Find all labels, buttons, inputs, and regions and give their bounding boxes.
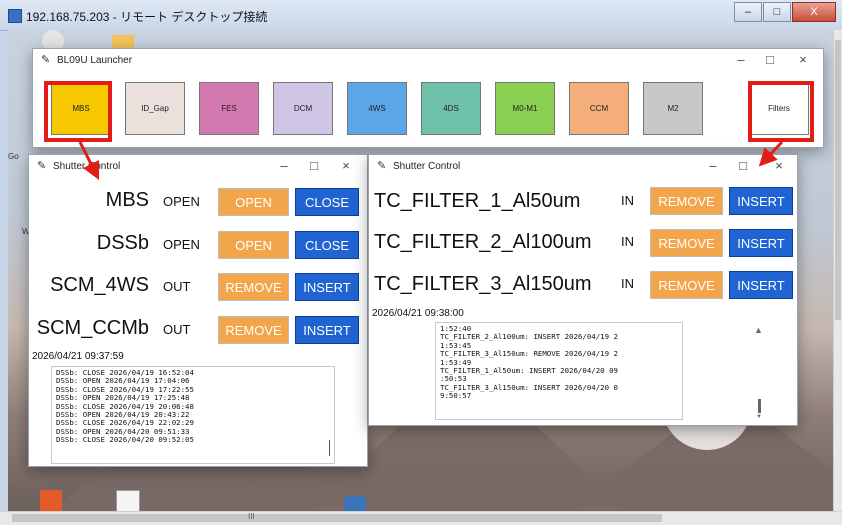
minimize-button[interactable]: – <box>731 52 751 67</box>
close-button[interactable]: × <box>793 52 813 67</box>
launcher-button-ccm[interactable]: CCM <box>569 82 629 135</box>
remove-button-tc-filter-1[interactable]: REMOVE <box>650 187 723 215</box>
python-icon[interactable] <box>344 496 366 512</box>
feather-icon: ✎ <box>377 160 387 172</box>
feather-icon: ✎ <box>41 54 51 66</box>
feather-icon: ✎ <box>37 160 47 172</box>
rdp-window-controls: – □ X <box>733 2 836 22</box>
device-state-scm-4ws: OUT <box>163 279 191 294</box>
device-state-dssb: OPEN <box>163 237 200 252</box>
launcher-titlebar: ✎ BL09U Launcher – □ × <box>33 49 823 73</box>
open-button-dssb[interactable]: OPEN <box>218 231 289 259</box>
launcher-button-dcm[interactable]: DCM <box>273 82 333 135</box>
launcher-window: ✎ BL09U Launcher – □ × MBS ID_Gap FES DCM 4W… <box>32 48 824 148</box>
log-line: 9:50:57 <box>440 391 472 401</box>
insert-button-tc-filter-1[interactable]: INSERT <box>729 187 793 215</box>
last-update-timestamp: 2026/04/21 09:37:59 <box>32 351 124 362</box>
log-line: TC_FILTER_2_Al100um: INSERT 2026/04/19 2 <box>440 332 618 342</box>
shutter-titlebar: ✎ Shutter Control – □ × <box>369 155 797 179</box>
event-log[interactable]: DSSb: CLOSE 2026/04/19 16:52:04 DSSb: OPE… <box>51 366 335 464</box>
document-icon[interactable] <box>116 490 140 512</box>
shutter-title: Shutter Control <box>393 161 461 172</box>
device-name-tc-filter-1: TC_FILTER_1_Al50um <box>374 190 581 212</box>
shutter-control-window-left: ✎ Shutter Control – □ × MBS OPEN OPEN CL… <box>28 154 368 467</box>
scroll-up-arrow-icon[interactable]: ▲ <box>754 325 763 335</box>
event-log[interactable]: 1:52:40 TC_FILTER_2_Al100um: INSERT 2026/… <box>435 322 683 420</box>
highlight-box-filters <box>748 81 814 142</box>
scroll-grip-label: III <box>248 512 255 521</box>
highlight-box-mbs <box>44 81 112 142</box>
device-state-tc-filter-1: IN <box>621 193 634 208</box>
device-name-tc-filter-2: TC_FILTER_2_Al100um <box>374 231 592 253</box>
close-button-dssb[interactable]: CLOSE <box>295 231 359 259</box>
maximize-button[interactable]: □ <box>304 158 324 173</box>
remove-button-tc-filter-2[interactable]: REMOVE <box>650 229 723 257</box>
insert-button-tc-filter-3[interactable]: INSERT <box>729 271 793 299</box>
close-button[interactable]: × <box>769 158 789 173</box>
log-scroll-indicator[interactable] <box>329 440 330 456</box>
device-state-mbs: OPEN <box>163 194 200 209</box>
desktop-icon-label: Go <box>8 152 19 161</box>
log-line: TC_FILTER_3_Al150um: INSERT 2026/04/20 0 <box>440 382 618 392</box>
insert-button-scm-ccmb[interactable]: INSERT <box>295 316 359 344</box>
rdp-titlebar: 192.168.75.203 - リモート デスクトップ接続 – □ X <box>0 0 842 31</box>
device-name-mbs: MBS <box>105 189 149 211</box>
scroll-down-arrow-icon[interactable]: ▼ <box>756 414 762 420</box>
remove-button-scm-4ws[interactable]: REMOVE <box>218 273 289 301</box>
device-name-scm-4ws: SCM_4WS <box>50 274 149 296</box>
device-name-dssb: DSSb <box>96 232 149 254</box>
minimize-button[interactable]: – <box>703 158 723 173</box>
insert-button-scm-4ws[interactable]: INSERT <box>295 273 359 301</box>
rdp-minimize-button[interactable]: – <box>734 2 762 22</box>
rdp-app-icon <box>8 9 22 23</box>
maximize-button[interactable]: □ <box>760 52 780 67</box>
close-button-mbs[interactable]: CLOSE <box>295 188 359 216</box>
remove-button-scm-ccmb[interactable]: REMOVE <box>218 316 289 344</box>
launcher-button-4ws[interactable]: 4WS <box>347 82 407 135</box>
minimize-button[interactable]: – <box>274 158 294 173</box>
rdp-close-button[interactable]: X <box>792 2 836 22</box>
desktop-app-icon[interactable] <box>40 490 62 512</box>
rdp-horizontal-scrollbar[interactable]: III <box>0 511 842 525</box>
shutter-titlebar: ✎ Shutter Control – □ × <box>29 155 367 179</box>
shutter-control-window-right: ✎ Shutter Control – □ × TC_FILTER_1_Al50… <box>368 154 798 426</box>
rdp-title-text: 192.168.75.203 - リモート デスクトップ接続 <box>26 10 268 24</box>
close-button[interactable]: × <box>336 158 356 173</box>
rdp-vertical-scrollbar[interactable] <box>833 30 842 512</box>
insert-button-tc-filter-2[interactable]: INSERT <box>729 229 793 257</box>
rdp-maximize-button[interactable]: □ <box>763 2 791 22</box>
maximize-button[interactable]: □ <box>733 158 753 173</box>
launcher-button-m2[interactable]: M2 <box>643 82 703 135</box>
device-state-tc-filter-3: IN <box>621 276 634 291</box>
last-update-timestamp: 2026/04/21 09:38:00 <box>372 308 464 319</box>
log-line: DSSb: CLOSE 2026/04/20 09:52:05 <box>56 435 194 445</box>
open-button-mbs[interactable]: OPEN <box>218 188 289 216</box>
shutter-title: Shutter Control <box>53 161 121 172</box>
launcher-button-4ds[interactable]: 4DS <box>421 82 481 135</box>
device-name-tc-filter-3: TC_FILTER_3_Al150um <box>374 273 592 295</box>
device-name-scm-ccmb: SCM_CCMb <box>36 317 149 339</box>
device-state-scm-ccmb: OUT <box>163 322 191 337</box>
remove-button-tc-filter-3[interactable]: REMOVE <box>650 271 723 299</box>
log-scroll-thumb[interactable] <box>758 399 761 413</box>
log-line: TC_FILTER_1_Al50um: INSERT 2026/04/20 09 <box>440 366 618 376</box>
device-state-tc-filter-2: IN <box>621 234 634 249</box>
launcher-title: BL09U Launcher <box>57 55 133 66</box>
launcher-button-m0-m1[interactable]: M0-M1 <box>495 82 555 135</box>
launcher-button-fes[interactable]: FES <box>199 82 259 135</box>
log-line: TC_FILTER_3_Al150um: REMOVE 2026/04/19 2 <box>440 349 618 359</box>
launcher-button-id-gap[interactable]: ID_Gap <box>125 82 185 135</box>
